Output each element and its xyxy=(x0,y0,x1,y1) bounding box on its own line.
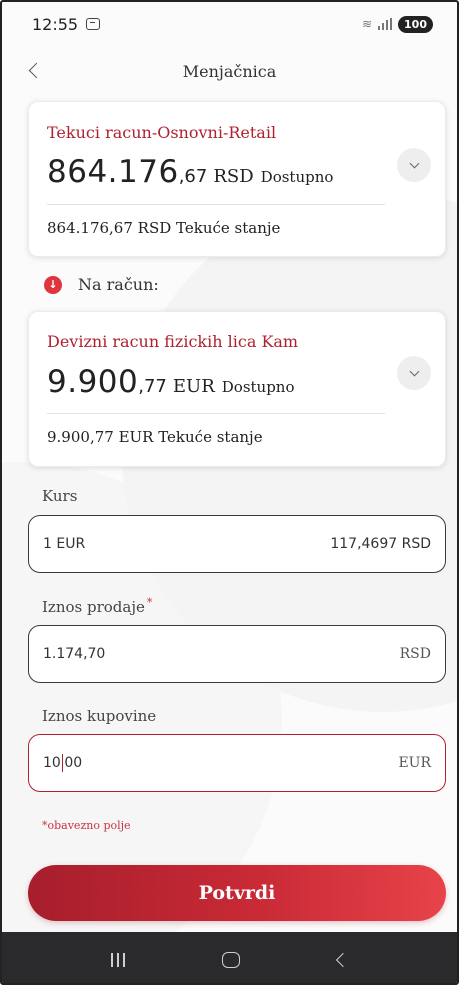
signal-icon xyxy=(378,18,393,30)
from-amount-decimal: ,67 xyxy=(178,166,208,187)
from-account-amount: 864.176 ,67 RSD Dostupno xyxy=(47,154,333,190)
buy-amount-label: Iznos kupovine xyxy=(42,707,157,725)
sell-amount-currency: RSD xyxy=(399,646,431,662)
sell-amount-input[interactable]: 1.174,70 RSD xyxy=(28,625,446,683)
status-bar: 12:55 ≋ 100 xyxy=(2,2,457,46)
status-icons: ≋ 100 xyxy=(361,15,433,33)
rate-right-value: 117,4697 RSD xyxy=(330,536,431,552)
arrow-down-icon: ↓ xyxy=(44,275,62,294)
from-account-balance: 864.176,67 RSD Tekuće stanje xyxy=(47,219,281,237)
screenshot-icon xyxy=(86,18,101,30)
battery-icon: 100 xyxy=(398,15,433,33)
rate-label: Kurs xyxy=(42,487,78,505)
card-divider xyxy=(47,413,385,414)
status-time-group: 12:55 xyxy=(32,14,101,34)
sell-amount-value: 1.174,70 xyxy=(43,646,106,662)
card-divider xyxy=(47,204,385,205)
rate-left-value: 1 EUR xyxy=(43,536,86,552)
page-title: Menjačnica xyxy=(182,61,277,81)
from-account-card[interactable]: Tekuci racun-Osnovni-Retail 864.176 ,67 … xyxy=(28,101,446,257)
to-account-balance: 9.900,77 EUR Tekuće stanje xyxy=(47,428,263,446)
from-amount-integer: 864.176 xyxy=(47,154,179,190)
to-account-card[interactable]: Devizni racun fizickih lica Kam 9.900 ,7… xyxy=(28,311,446,467)
from-available-label: Dostupno xyxy=(260,168,334,186)
chevron-down-icon xyxy=(409,366,419,376)
status-time: 12:55 xyxy=(32,14,79,34)
system-back-button[interactable] xyxy=(336,952,351,967)
to-available-label: Dostupno xyxy=(221,378,295,396)
buy-value-part-2: 00 xyxy=(64,755,83,771)
required-field-note: *obavezno polje xyxy=(42,819,131,832)
sell-amount-label: Iznos prodaje * xyxy=(42,596,152,616)
from-account-dropdown-button[interactable] xyxy=(397,148,431,182)
buy-amount-input[interactable]: 10 00 EUR xyxy=(28,734,446,792)
from-amount-currency: RSD xyxy=(213,166,254,187)
rate-field: 1 EUR 117,4697 RSD xyxy=(28,515,446,573)
chevron-left-icon xyxy=(28,62,44,78)
recent-apps-button[interactable] xyxy=(110,952,125,967)
to-amount-integer: 9.900 xyxy=(47,364,139,400)
to-amount-decimal: ,77 xyxy=(138,376,167,397)
system-nav-bar xyxy=(2,932,457,983)
app-screen: 12:55 ≋ 100 Menjačnica Tekuci racun-Osno… xyxy=(0,0,459,985)
buy-amount-value: 10 00 xyxy=(43,754,82,772)
wifi-icon: ≋ xyxy=(361,17,373,31)
buy-amount-currency: EUR xyxy=(398,755,431,771)
confirm-button[interactable]: Potvrdi xyxy=(28,865,446,921)
back-button[interactable] xyxy=(22,56,50,84)
home-button[interactable] xyxy=(222,951,241,968)
buy-value-part-1: 10 xyxy=(43,755,61,771)
header: Menjačnica xyxy=(2,54,457,88)
chevron-down-icon xyxy=(409,158,419,168)
to-account-name: Devizni racun fizickih lica Kam xyxy=(47,332,299,351)
to-amount-currency: EUR xyxy=(172,376,215,397)
to-account-dropdown-button[interactable] xyxy=(397,356,431,390)
to-account-label-row: ↓ Na račun: xyxy=(44,275,159,294)
to-account-label: Na račun: xyxy=(78,275,159,294)
to-account-amount: 9.900 ,77 EUR Dostupno xyxy=(47,364,295,400)
sell-amount-label-text: Iznos prodaje xyxy=(42,598,145,616)
required-star: * xyxy=(146,596,153,609)
from-account-name: Tekuci racun-Osnovni-Retail xyxy=(47,123,277,142)
